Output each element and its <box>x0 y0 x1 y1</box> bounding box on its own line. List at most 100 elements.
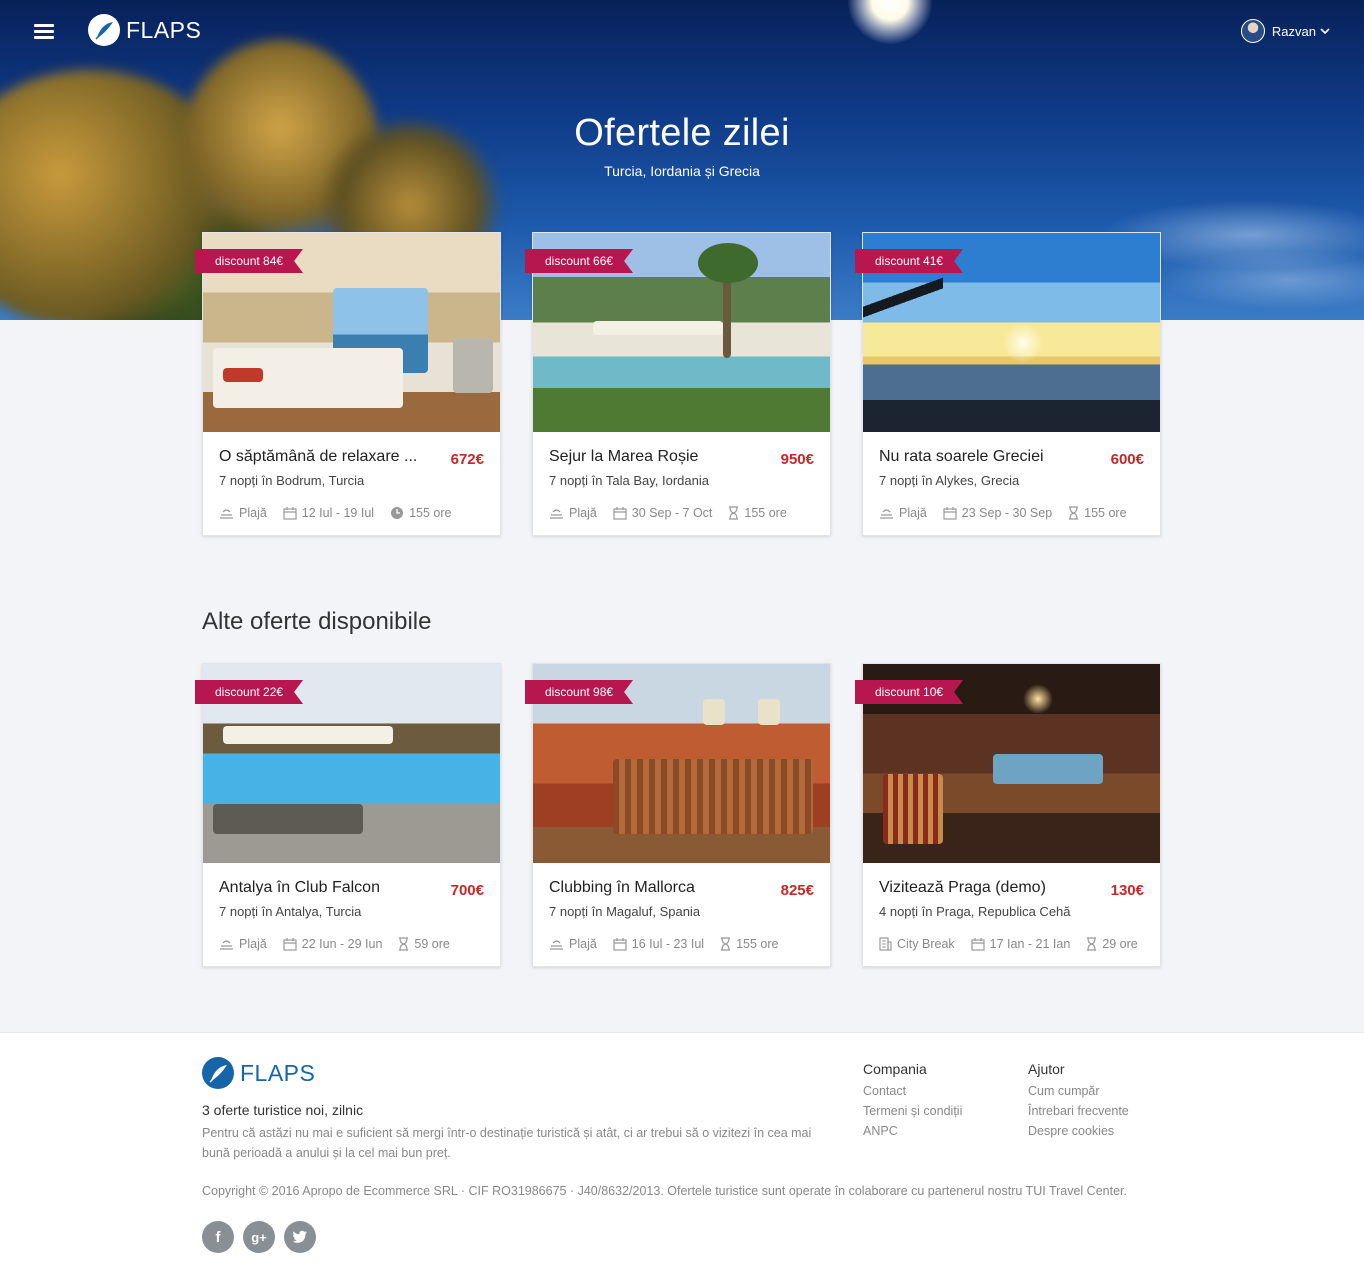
hourglass-icon <box>1069 506 1079 520</box>
offer-title[interactable]: Sejur la Marea Roșie <box>549 448 759 466</box>
footer: FLAPS 3 oferte turistice noi, zilnic Pen… <box>0 1032 1364 1277</box>
offer-type: Plajă <box>899 506 927 520</box>
copyright: Copyright © 2016 Apropo de Ecommerce SRL… <box>202 1184 1127 1198</box>
discount-badge: discount 22€ <box>195 680 303 704</box>
offer-location: 7 nopți în Alykes, Grecia <box>879 473 1020 488</box>
hamburger-icon[interactable] <box>34 24 54 40</box>
offer-dates: 30 Sep - 7 Oct <box>631 506 713 520</box>
top-bar: FLAPS Razvan <box>0 0 1364 64</box>
footer-link-cookies[interactable]: Despre cookies <box>1028 1121 1129 1141</box>
brand-name: FLAPS <box>126 16 202 43</box>
discount-badge: discount 98€ <box>525 680 633 704</box>
twitter-icon[interactable] <box>284 1221 316 1253</box>
offer-card[interactable]: discount 10€ Vizitează Praga (demo) 130€… <box>862 663 1161 967</box>
footer-link-contact[interactable]: Contact <box>863 1081 962 1101</box>
avatar <box>1240 19 1265 43</box>
offer-title[interactable]: Vizitează Praga (demo) <box>879 879 1089 897</box>
offer-meta: Plajă 16 Iul - 23 Iul 155 ore <box>549 937 794 951</box>
hourglass-icon <box>399 937 409 951</box>
beach-icon <box>550 940 563 950</box>
offer-price: 600€ <box>1110 451 1144 468</box>
offer-meta: Plajă 30 Sep - 7 Oct 155 ore <box>549 506 803 520</box>
user-name: Razvan <box>1271 23 1316 39</box>
offer-location: 7 nopți în Magaluf, Spania <box>549 904 701 919</box>
footer-description: Pentru că astăzi nu mai e suficient să m… <box>202 1126 812 1160</box>
social-links: f g+ <box>202 1221 325 1253</box>
offer-duration: 29 ore <box>1102 937 1138 951</box>
calendar-icon <box>283 506 297 520</box>
offer-price: 950€ <box>780 451 814 468</box>
offer-card[interactable]: discount 98€ Clubbing în Mallorca 825€ 7… <box>532 663 831 967</box>
footer-link-faq[interactable]: Întrebari frecvente <box>1028 1101 1129 1121</box>
offer-type: City Break <box>897 937 955 951</box>
offer-title[interactable]: Antalya în Club Falcon <box>219 879 429 897</box>
calendar-icon <box>283 937 297 951</box>
calendar-icon <box>943 506 957 520</box>
discount-badge: discount 41€ <box>855 249 963 273</box>
footer-company-column: Compania Contact Termeni și condiții ANP… <box>863 1061 962 1141</box>
discount-badge: discount 84€ <box>195 249 303 273</box>
user-menu[interactable]: Razvan <box>1240 19 1330 43</box>
page-subtitle: Turcia, Iordania și Grecia <box>604 163 760 179</box>
footer-tagline: 3 oferte turistice noi, zilnic <box>202 1102 364 1118</box>
offer-card[interactable]: discount 22€ Antalya în Club Falcon 700€… <box>202 663 501 967</box>
beach-icon <box>220 509 233 519</box>
section-title: Alte oferte disponibile <box>202 608 432 635</box>
offer-dates: 12 Iul - 19 Iul <box>301 506 375 520</box>
offer-price: 130€ <box>1110 882 1144 899</box>
offer-card[interactable]: discount 66€ Sejur la Marea Roșie 950€ 7… <box>532 232 831 536</box>
offer-duration: 155 ore <box>1084 506 1127 520</box>
footer-link-terms[interactable]: Termeni și condiții <box>863 1101 962 1121</box>
offer-dates: 23 Sep - 30 Sep <box>961 506 1053 520</box>
footer-help-column: Ajutor Cum cumpăr Întrebari frecvente De… <box>1028 1061 1129 1141</box>
hourglass-icon <box>1087 937 1097 951</box>
offer-duration: 59 ore <box>414 937 450 951</box>
offer-type: Plajă <box>569 937 597 951</box>
offer-card[interactable]: discount 41€ Nu rata soarele Greciei 600… <box>862 232 1161 536</box>
footer-column-title: Compania <box>863 1061 927 1077</box>
offer-meta: Plajă 22 Iun - 29 Iun 59 ore <box>219 937 466 951</box>
hourglass-icon <box>729 506 739 520</box>
clock-icon <box>391 507 404 519</box>
offer-price: 700€ <box>450 882 484 899</box>
offer-meta: Plajă 12 Iul - 19 Iul 155 ore <box>219 506 467 520</box>
facebook-icon[interactable]: f <box>202 1221 234 1253</box>
beach-icon <box>220 940 233 950</box>
beach-icon <box>880 509 893 519</box>
offer-dates: 16 Iul - 23 Iul <box>631 937 705 951</box>
discount-badge: discount 66€ <box>525 249 633 273</box>
footer-link-how-to-buy[interactable]: Cum cumpăr <box>1028 1081 1129 1101</box>
offer-location: 7 nopți în Antalya, Turcia <box>219 904 362 919</box>
hourglass-icon <box>721 937 731 951</box>
footer-brand-name: FLAPS <box>240 1059 316 1086</box>
offer-duration: 155 ore <box>409 506 452 520</box>
offer-meta: Plajă 23 Sep - 30 Sep 155 ore <box>879 506 1143 520</box>
discount-badge: discount 10€ <box>855 680 963 704</box>
offer-location: 7 nopți în Tala Bay, Iordania <box>549 473 709 488</box>
offer-price: 825€ <box>780 882 814 899</box>
chevron-down-icon <box>1320 28 1330 35</box>
offer-title[interactable]: Nu rata soarele Greciei <box>879 448 1089 466</box>
calendar-icon <box>971 937 985 951</box>
offer-location: 4 nopți în Praga, Republica Cehă <box>879 904 1071 919</box>
offer-duration: 155 ore <box>736 937 779 951</box>
offer-card[interactable]: discount 84€ O săptămână de relaxare ...… <box>202 232 501 536</box>
flaps-logo-icon <box>88 14 120 46</box>
brand-logo[interactable]: FLAPS <box>88 14 201 46</box>
offer-location: 7 nopți în Bodrum, Turcia <box>219 473 365 488</box>
offer-type: Plajă <box>239 937 267 951</box>
offer-dates: 22 Iun - 29 Iun <box>301 937 383 951</box>
footer-link-anpc[interactable]: ANPC <box>863 1121 962 1141</box>
footer-logo[interactable]: FLAPS <box>202 1057 315 1089</box>
offer-duration: 155 ore <box>744 506 787 520</box>
google-plus-icon[interactable]: g+ <box>243 1221 275 1253</box>
building-icon <box>879 937 892 951</box>
calendar-icon <box>613 506 627 520</box>
offer-dates: 17 Ian - 21 Ian <box>989 937 1071 951</box>
beach-icon <box>550 509 563 519</box>
offer-title[interactable]: Clubbing în Mallorca <box>549 879 759 897</box>
offer-title[interactable]: O săptămână de relaxare ... <box>219 448 429 466</box>
offer-type: Plajă <box>239 506 267 520</box>
footer-column-title: Ajutor <box>1028 1061 1065 1077</box>
page-title: Ofertele zilei <box>574 112 790 154</box>
